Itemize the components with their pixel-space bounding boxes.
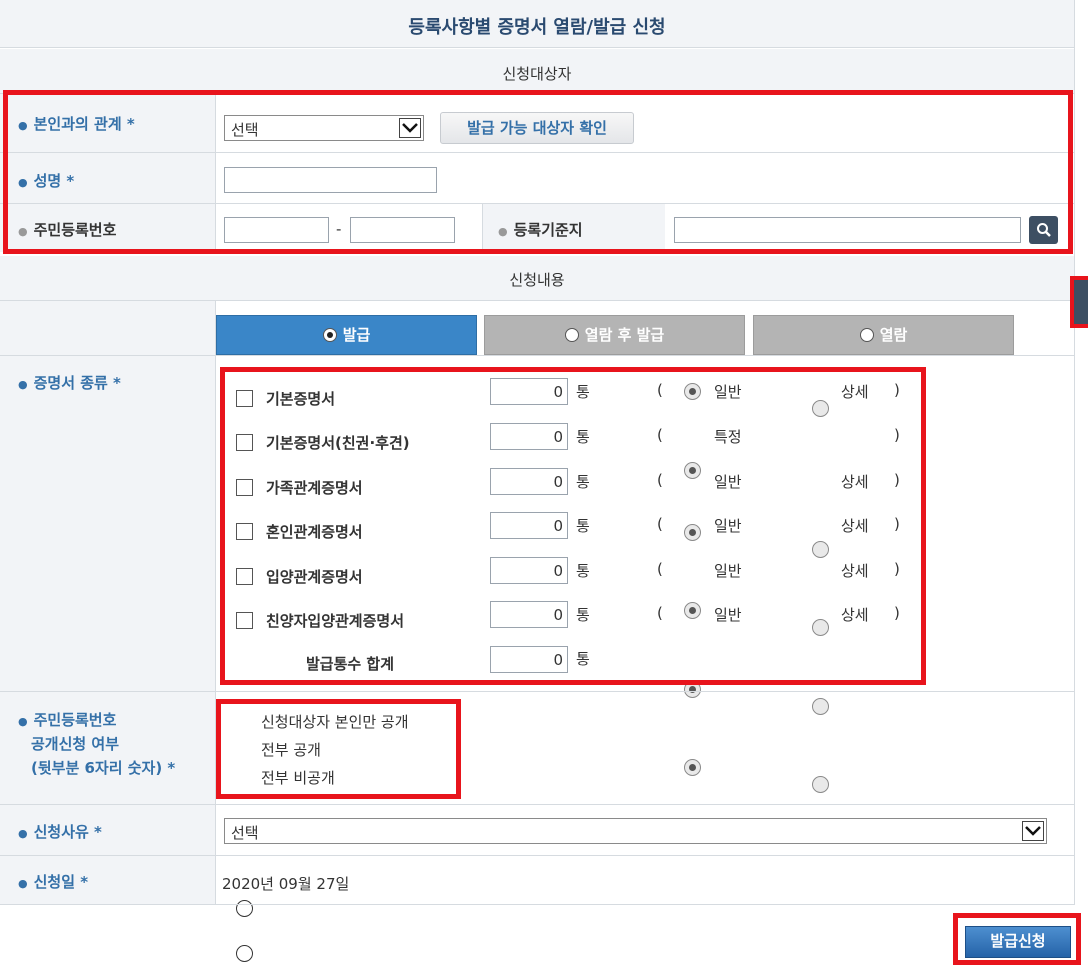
reason-label-text: 신청사유 *: [33, 823, 102, 841]
cert-type-label-text: 증명서 종류 *: [33, 374, 121, 392]
highlight-target-section: [3, 90, 1073, 254]
tab-view-then-issue-label: 열람 후 발급: [584, 326, 665, 344]
tab-view-label: 열람: [879, 326, 908, 344]
tab-view-then-issue[interactable]: 열람 후 발급: [484, 315, 745, 355]
reason-select-value: 선택: [231, 824, 259, 842]
tab-issue-radio: [322, 328, 337, 342]
cert-type-label-cell: [0, 356, 215, 691]
date-label: ● 신청일 *: [18, 871, 88, 892]
tab-view-radio: [859, 328, 874, 342]
tab-issue-label: 발급: [342, 326, 371, 344]
request-section-heading-text: 신청내용: [509, 271, 565, 289]
date-value: 2020년 09월 27일: [222, 875, 350, 893]
chevron-down-icon: [1022, 821, 1044, 841]
highlight-disclosure: [216, 699, 461, 799]
cert-option-general-radio[interactable]: [684, 759, 701, 776]
highlight-submit: [953, 913, 1081, 965]
cert-type-label: ● 증명서 종류 *: [18, 372, 121, 393]
reason-label: ● 신청사유 *: [18, 821, 102, 842]
bullet-icon: ●: [18, 715, 28, 728]
cert-option-detail-radio[interactable]: [812, 698, 829, 715]
tabs-label-cell: [0, 301, 215, 355]
target-section-heading: 신청대상자: [0, 49, 1074, 93]
bullet-icon: ●: [18, 827, 28, 840]
disclosure-label: ● 주민등록번호 공개신청 여부 (뒷부분 6자리 숫자) *: [18, 709, 175, 778]
cert-option-detail-radio[interactable]: [812, 776, 829, 793]
edge-red-mark: [1070, 276, 1088, 328]
disclosure-label-line1: 주민등록번호: [33, 711, 117, 729]
date-label-text: 신청일 *: [33, 873, 89, 891]
tab-view-then-issue-radio: [564, 328, 579, 342]
request-section-heading: 신청내용: [0, 256, 1074, 300]
page-title: 등록사항별 증명서 열람/발급 신청: [408, 17, 666, 38]
bullet-icon: ●: [18, 378, 28, 391]
target-section-heading-text: 신청대상자: [502, 65, 572, 83]
tab-issue[interactable]: 발급: [216, 315, 477, 355]
reason-select[interactable]: 선택: [224, 818, 1047, 844]
tab-view[interactable]: 열람: [753, 315, 1014, 355]
disclosure-option-all-radio[interactable]: [236, 945, 253, 962]
disclosure-option-self-only-radio[interactable]: [236, 900, 253, 917]
highlight-certificates: [220, 367, 926, 685]
disclosure-label-line2: 공개신청 여부: [31, 735, 120, 753]
right-edge-strip: [1074, 0, 1088, 905]
disclosure-label-line3: (뒷부분 6자리 숫자) *: [31, 759, 176, 777]
bullet-icon: ●: [18, 877, 28, 890]
